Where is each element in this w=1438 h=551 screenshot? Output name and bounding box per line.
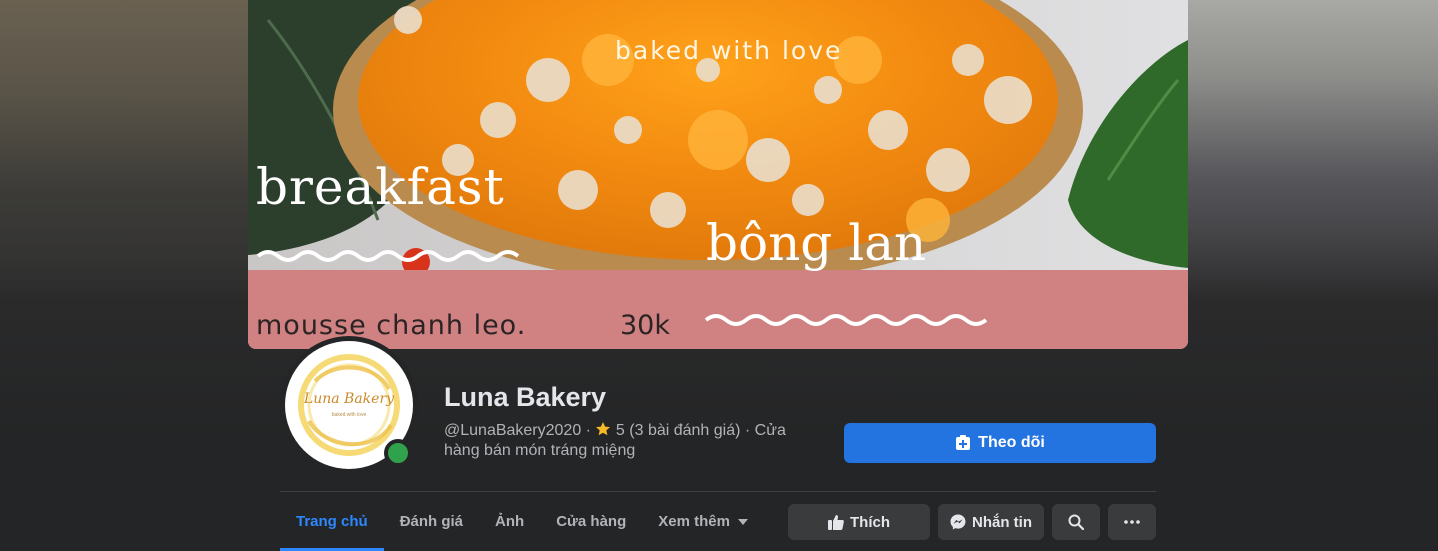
cover-item-text: mousse chanh leo. [256, 310, 527, 341]
info-separator: · [581, 422, 596, 439]
page-handle: @LunaBakery2020 [444, 422, 582, 439]
cover-headline-bonglan: bông lan [706, 214, 927, 272]
tab-home[interactable]: Trang chủ [280, 492, 384, 551]
like-button[interactable]: Thích [788, 504, 930, 540]
messenger-icon [950, 514, 966, 530]
like-button-label: Thích [850, 513, 890, 531]
message-button[interactable]: Nhắn tin [938, 504, 1044, 540]
more-dots-icon [1124, 520, 1140, 524]
avatar-brand-sub: baked with love [331, 412, 367, 418]
more-options-button[interactable] [1108, 504, 1156, 540]
tab-shop[interactable]: Cửa hàng [540, 492, 642, 551]
info-separator: · [740, 422, 755, 439]
star-icon [595, 421, 611, 437]
facebook-page: baked with love breakfast bông lan mouss… [0, 0, 1438, 551]
thumbs-up-icon [828, 514, 844, 530]
tab-photos[interactable]: Ảnh [479, 492, 540, 551]
online-status-dot [384, 439, 412, 467]
cover-blur-left [0, 0, 248, 300]
cover-blur-right [1188, 0, 1438, 300]
tab-reviews-label: Đánh giá [399, 513, 464, 530]
tab-shop-label: Cửa hàng [556, 513, 627, 530]
search-icon [1068, 514, 1084, 530]
tab-photos-label: Ảnh [495, 513, 525, 530]
cover-price-text: 30k [620, 310, 670, 341]
rating-value: 5 [615, 422, 625, 439]
page-info: @LunaBakery2020 · 5 (3 bài đánh giá) · C… [444, 421, 824, 461]
page-tabs: Trang chủ Đánh giá Ảnh Cửa hàng Xem thêm [280, 492, 764, 551]
tab-more[interactable]: Xem thêm [642, 492, 764, 551]
caret-down-icon [737, 518, 748, 525]
follow-button-label: Theo dõi [978, 434, 1045, 451]
avatar-brand-text: Luna Bakery [303, 391, 395, 407]
rating-count[interactable]: (3 bài đánh giá) [629, 422, 740, 439]
follow-button[interactable]: Theo dõi [844, 423, 1156, 463]
cover-headline-breakfast: breakfast [256, 158, 505, 216]
search-button[interactable] [1052, 504, 1100, 540]
tab-home-label: Trang chủ [296, 513, 368, 530]
tab-reviews[interactable]: Đánh giá [384, 492, 479, 551]
cover-tagline: baked with love [615, 36, 843, 65]
page-title: Luna Bakery [444, 382, 607, 412]
follow-plus-icon [955, 435, 971, 451]
tab-more-label: Xem thêm [658, 513, 730, 530]
message-button-label: Nhắn tin [972, 513, 1032, 531]
cover-photo[interactable]: baked with love breakfast bông lan mouss… [248, 0, 1188, 349]
